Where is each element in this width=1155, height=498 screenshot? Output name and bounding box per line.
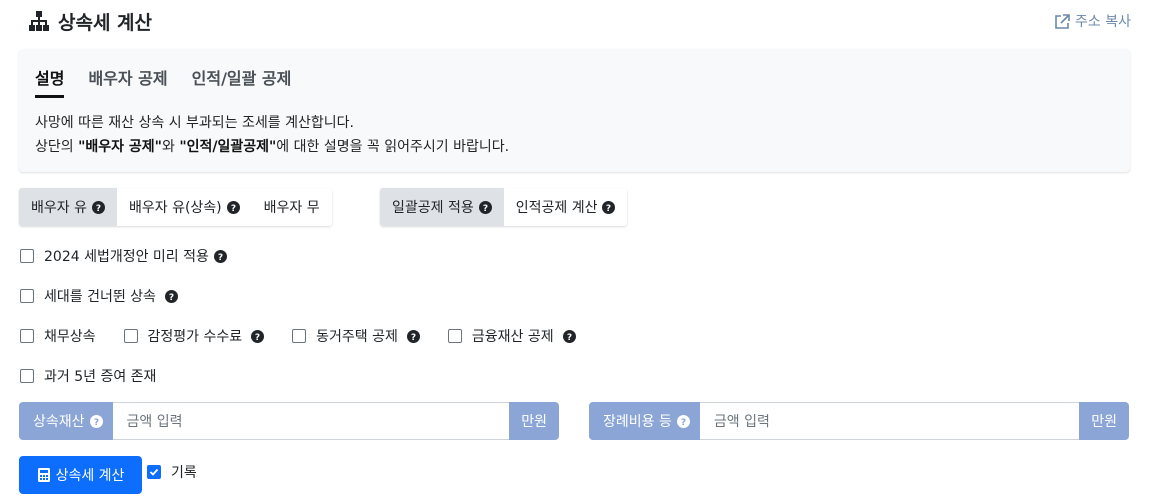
skip-generation-row: 세대를 건너뛴 상속 ? (20, 286, 206, 306)
svg-text:?: ? (255, 333, 260, 343)
lump-deduction-label: 일괄공제 적용 (392, 200, 474, 216)
past-gift-row: 과거 5년 증여 존재 (20, 366, 184, 386)
desc-bold-spouse: "배우자 공제" (78, 139, 162, 155)
tab-description[interactable]: 설명 (35, 65, 65, 98)
question-circle-icon[interactable]: ? (89, 414, 103, 428)
cohabiting-house-option: 동거주택 공제 ? (292, 326, 420, 346)
svg-text:?: ? (231, 204, 236, 214)
spouse-no-label: 배우자 무 (263, 200, 320, 216)
info-card: 설명 배우자 공제 인적/일괄 공제 사망에 따른 재산 상속 시 부과되는 조… (19, 49, 1130, 172)
svg-text:?: ? (411, 333, 416, 343)
personal-deduction-label: 인적공제 계산 (515, 200, 598, 216)
reform-label[interactable]: 2024 세법개정안 미리 적용 (44, 246, 209, 266)
svg-text:?: ? (96, 204, 101, 214)
question-circle-icon[interactable]: ? (562, 329, 576, 343)
estate-label-addon: 상속재산 ? (19, 402, 113, 440)
share-icon (1054, 13, 1071, 30)
svg-text:?: ? (681, 418, 686, 428)
svg-text:?: ? (218, 253, 223, 263)
spouse-yes-label: 배우자 유 (31, 200, 87, 216)
question-circle-icon[interactable]: ? (406, 329, 420, 343)
record-checkbox[interactable] (147, 465, 161, 479)
page-title: 상속세 계산 (58, 11, 153, 34)
question-circle-icon[interactable]: ? (251, 329, 265, 343)
svg-text:?: ? (93, 418, 98, 428)
spouse-yes-inherit-button[interactable]: 배우자 유(상속) ? (116, 188, 252, 226)
funeral-label-addon: 장례비용 등 ? (589, 402, 700, 440)
calculator-icon (37, 468, 51, 482)
copy-url-label: 주소 복사 (1075, 14, 1131, 30)
svg-text:?: ? (606, 204, 611, 214)
desc-text: 와 (161, 139, 180, 155)
svg-text:?: ? (483, 204, 488, 214)
page-header: 상속세 계산 (28, 8, 152, 34)
estate-unit-addon: 만원 (509, 402, 559, 440)
description-line-2: 상단의 "배우자 공제"와 "인적/일괄공제"에 대한 설명을 꼭 읽어주시기 … (35, 135, 509, 159)
question-circle-icon[interactable]: ? (602, 200, 616, 214)
tab-personal-lump-deduction[interactable]: 인적/일괄 공제 (192, 65, 292, 98)
skip-generation-label[interactable]: 세대를 건너뛴 상속 (44, 286, 156, 306)
calculate-button[interactable]: 상속세 계산 (19, 456, 142, 494)
financial-assets-option: 금융재산 공제 ? (447, 326, 576, 346)
calculate-label: 상속세 계산 (55, 468, 125, 484)
spouse-no-button[interactable]: 배우자 무 (251, 188, 332, 226)
question-circle-icon[interactable]: ? (226, 200, 240, 214)
funeral-amount-input[interactable]: 금액 입력 (699, 402, 1080, 440)
funeral-input-group: 장례비용 등 ? 금액 입력 만원 (589, 402, 1129, 440)
svg-text:?: ? (567, 333, 572, 343)
sitemap-icon (28, 10, 50, 32)
svg-text:?: ? (169, 293, 174, 303)
question-circle-icon[interactable]: ? (478, 200, 492, 214)
funeral-label: 장례비용 등 (603, 414, 672, 430)
deduction-button-group: 일괄공제 적용 ? 인적공제 계산 ? (380, 188, 628, 226)
financial-assets-checkbox[interactable] (447, 329, 462, 343)
tab-spouse-deduction[interactable]: 배우자 공제 (88, 65, 167, 98)
estate-label: 상속재산 (33, 414, 85, 430)
debt-option: 채무상속 (20, 326, 96, 346)
reform-checkbox[interactable] (20, 249, 34, 263)
skip-generation-checkbox[interactable] (20, 289, 34, 303)
desc-text: 에 대한 설명을 꼭 읽어주시기 바랍니다. (276, 139, 510, 155)
desc-bold-personal: "인적/일괄공제" (179, 139, 277, 155)
appraisal-fee-checkbox[interactable] (123, 329, 138, 343)
past-gift-checkbox[interactable] (20, 369, 34, 383)
cohabiting-house-checkbox[interactable] (292, 329, 307, 343)
desc-text: 상단의 (35, 139, 79, 155)
question-circle-icon[interactable]: ? (676, 414, 690, 428)
deduction-options-row: 채무상속 감정평가 수수료 ? 동거주택 공제 ? 금융재산 공제 ? (20, 326, 604, 346)
question-circle-icon[interactable]: ? (164, 289, 178, 303)
question-circle-icon[interactable]: ? (91, 200, 105, 214)
spouse-yes-inherit-label: 배우자 유(상속) (128, 200, 222, 216)
estate-amount-input[interactable]: 금액 입력 (112, 402, 510, 440)
copy-url-link[interactable]: 주소 복사 (1054, 11, 1131, 31)
past-gift-option: 과거 5년 증여 존재 (20, 366, 156, 386)
funeral-unit-addon: 만원 (1079, 402, 1129, 440)
reform-checkbox-row: 2024 세법개정안 미리 적용 ? (20, 246, 255, 266)
appraisal-fee-option: 감정평가 수수료 ? (123, 326, 265, 346)
estate-input-group: 상속재산 ? 금액 입력 만원 (19, 402, 559, 440)
reform-option: 2024 세법개정안 미리 적용 ? (20, 246, 227, 266)
cohabiting-house-label[interactable]: 동거주택 공제 (316, 326, 398, 346)
description-line-1: 사망에 따른 재산 상속 시 부과되는 조세를 계산합니다. (35, 115, 354, 131)
past-gift-label[interactable]: 과거 5년 증여 존재 (44, 366, 156, 386)
debt-label[interactable]: 채무상속 (44, 326, 96, 346)
spouse-button-group: 배우자 유 ? 배우자 유(상속) ? 배우자 무 (19, 188, 332, 226)
description-text: 사망에 따른 재산 상속 시 부과되는 조세를 계산합니다. 상단의 "배우자 … (35, 111, 509, 159)
spouse-yes-button[interactable]: 배우자 유 ? (19, 188, 117, 226)
financial-assets-label[interactable]: 금융재산 공제 (472, 326, 554, 346)
debt-checkbox[interactable] (20, 329, 34, 343)
skip-generation-option: 세대를 건너뛴 상속 ? (20, 286, 178, 306)
info-tabs: 설명 배우자 공제 인적/일괄 공제 (35, 65, 315, 98)
question-circle-icon[interactable]: ? (213, 249, 227, 263)
personal-deduction-button[interactable]: 인적공제 계산 ? (503, 188, 628, 226)
appraisal-fee-label[interactable]: 감정평가 수수료 (148, 326, 243, 346)
record-label[interactable]: 기록 (171, 462, 197, 482)
record-option: 기록 (147, 462, 197, 482)
lump-deduction-button[interactable]: 일괄공제 적용 ? (380, 188, 504, 226)
